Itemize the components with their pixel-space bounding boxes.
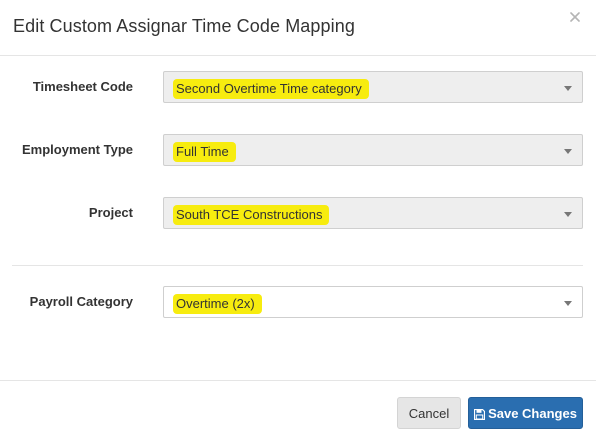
section-divider bbox=[12, 265, 583, 266]
payroll-category-select[interactable]: Overtime (2x) bbox=[163, 286, 583, 318]
chevron-down-icon bbox=[564, 301, 572, 306]
edit-mapping-modal: Edit Custom Assignar Time Code Mapping T… bbox=[0, 0, 596, 442]
payroll-category-value: Overtime (2x) bbox=[174, 295, 261, 313]
floppy-disk-icon bbox=[473, 400, 486, 432]
payroll-category-label: Payroll Category bbox=[29, 294, 133, 309]
save-changes-button[interactable]: Save Changes bbox=[468, 397, 583, 429]
employment-type-row: Employment Type Full Time bbox=[0, 134, 596, 166]
chevron-down-icon bbox=[564, 86, 572, 91]
project-label: Project bbox=[88, 205, 133, 220]
timesheet-code-row: Timesheet Code Second Overtime Time cate… bbox=[0, 71, 596, 103]
employment-type-select[interactable]: Full Time bbox=[163, 134, 583, 166]
chevron-down-icon bbox=[564, 149, 572, 154]
close-icon[interactable] bbox=[570, 12, 584, 26]
timesheet-code-value: Second Overtime Time category bbox=[174, 80, 368, 98]
employment-type-label: Employment Type bbox=[21, 142, 133, 157]
modal-title: Edit Custom Assignar Time Code Mapping bbox=[13, 16, 355, 36]
cancel-button[interactable]: Cancel bbox=[397, 397, 461, 429]
project-row: Project South TCE Constructions bbox=[0, 197, 596, 229]
employment-type-value: Full Time bbox=[174, 143, 235, 161]
modal-header: Edit Custom Assignar Time Code Mapping bbox=[0, 0, 596, 56]
timesheet-code-select[interactable]: Second Overtime Time category bbox=[163, 71, 583, 103]
project-select[interactable]: South TCE Constructions bbox=[163, 197, 583, 229]
modal-footer: Cancel Save Changes bbox=[0, 380, 596, 442]
payroll-category-row: Payroll Category Overtime (2x) bbox=[0, 286, 596, 318]
save-button-label: Save Changes bbox=[488, 406, 577, 421]
timesheet-code-label: Timesheet Code bbox=[32, 79, 133, 94]
chevron-down-icon bbox=[564, 212, 572, 217]
project-value: South TCE Constructions bbox=[174, 206, 329, 224]
